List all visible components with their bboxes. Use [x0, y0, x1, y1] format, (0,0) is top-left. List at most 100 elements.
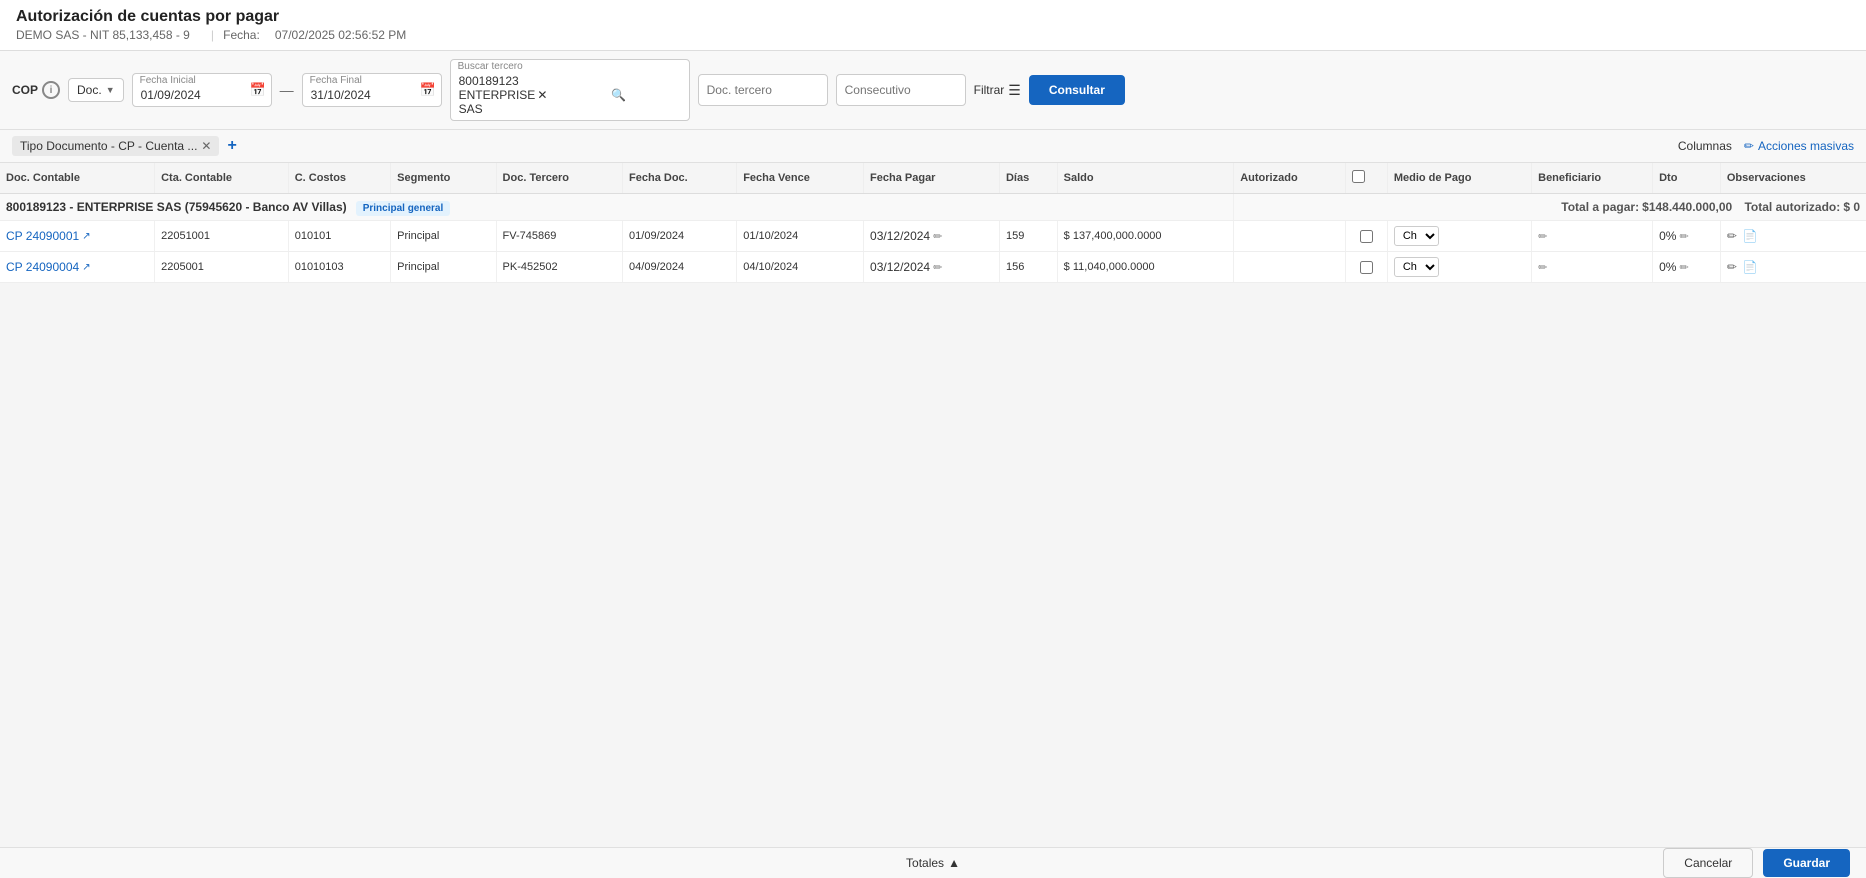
totales-label: Totales	[906, 856, 944, 870]
th-fecha-vence: Fecha Vence	[737, 163, 864, 194]
footer-bar: Totales ▲ Cancelar Guardar	[0, 847, 1866, 878]
remove-tag-icon[interactable]: ✕	[201, 139, 211, 153]
fecha-final-field: Fecha Final 📅	[302, 73, 442, 107]
file-icon-2[interactable]: 📄	[1743, 260, 1758, 274]
edit-beneficiario-icon-1[interactable]: ✏	[1538, 231, 1547, 243]
observaciones-cell-1: ✏ 📄	[1720, 221, 1866, 252]
th-doc-tercero: Doc. Tercero	[496, 163, 623, 194]
c-costos-cell-1: 010101	[288, 221, 390, 252]
doc-label: Doc.	[77, 83, 102, 97]
consecutivo-input[interactable]	[836, 74, 966, 106]
chevron-up-icon: ▲	[948, 856, 960, 870]
date-range-separator: —	[280, 82, 294, 98]
saldo-cell-1: $ 137,400,000.0000	[1057, 221, 1234, 252]
calendar-icon-2[interactable]: 📅	[419, 82, 435, 98]
edit-dto-icon-2[interactable]: ✏	[1679, 261, 1688, 274]
search-icon[interactable]: 🔍	[609, 88, 683, 102]
doc-link-1[interactable]: CP 24090001 ↗	[6, 229, 148, 243]
consultar-button[interactable]: Consultar	[1029, 75, 1125, 105]
filter-tags-bar: Tipo Documento - CP - Cuenta ... ✕ + Col…	[0, 130, 1866, 163]
row-checkbox-2[interactable]	[1360, 261, 1373, 274]
th-beneficiario: Beneficiario	[1532, 163, 1653, 194]
principal-badge: Principal general	[356, 201, 451, 216]
fecha-vence-cell-1: 01/10/2024	[737, 221, 864, 252]
filter-tag: Tipo Documento - CP - Cuenta ... ✕	[12, 136, 219, 156]
calendar-icon[interactable]: 📅	[249, 82, 265, 98]
group-row: 800189123 - ENTERPRISE SAS (75945620 - B…	[0, 194, 1866, 221]
th-autorizado: Autorizado	[1234, 163, 1346, 194]
saldo-cell-2: $ 11,040,000.0000	[1057, 252, 1234, 283]
add-filter-icon[interactable]: +	[227, 137, 236, 155]
cop-badge: COP i	[12, 81, 60, 99]
toolbar: COP i Doc. ▼ Fecha Inicial 📅 — Fecha Fin…	[0, 51, 1866, 130]
columns-button[interactable]: Columnas	[1678, 139, 1732, 153]
fecha-pagar-cell-2: 03/12/2024 ✏	[864, 252, 1000, 283]
edit-obs-icon-1[interactable]: ✏	[1727, 229, 1737, 243]
beneficiario-cell-2: ✏	[1532, 252, 1653, 283]
doc-dropdown[interactable]: Doc. ▼	[68, 78, 124, 102]
observaciones-cell-2: ✏ 📄	[1720, 252, 1866, 283]
page-title: Autorización de cuentas por pagar	[16, 8, 1850, 26]
th-dto: Dto	[1653, 163, 1721, 194]
segmento-cell-1: Principal	[391, 221, 496, 252]
filter-icon: ☰	[1008, 82, 1021, 99]
guardar-button[interactable]: Guardar	[1763, 849, 1850, 877]
totales-button[interactable]: Totales ▲	[906, 856, 960, 870]
file-icon-1[interactable]: 📄	[1743, 229, 1758, 243]
th-checkbox	[1346, 163, 1387, 194]
checkbox-cell-1	[1346, 221, 1387, 252]
doc-link-2[interactable]: CP 24090004 ↗	[6, 260, 148, 274]
footer-actions: Cancelar Guardar	[1663, 848, 1850, 878]
doc-contable-cell-2: CP 24090004 ↗	[0, 252, 155, 283]
fecha-pagar-cell-1: 03/12/2024 ✏	[864, 221, 1000, 252]
cta-contable-cell-2: 2205001	[155, 252, 289, 283]
th-doc-contable: Doc. Contable	[0, 163, 155, 194]
edit-fecha-pagar-icon-2[interactable]: ✏	[933, 262, 942, 274]
data-table: Doc. Contable Cta. Contable C. Costos Se…	[0, 163, 1866, 283]
select-all-checkbox[interactable]	[1352, 170, 1365, 183]
beneficiario-cell-1: ✏	[1532, 221, 1653, 252]
consultar-label: Consultar	[1049, 83, 1105, 97]
header-subtitle: DEMO SAS - NIT 85,133,458 - 9 | Fecha: 0…	[16, 28, 1850, 42]
main-content: Doc. Contable Cta. Contable C. Costos Se…	[0, 163, 1866, 847]
fecha-inicial-field: Fecha Inicial 📅	[132, 73, 272, 107]
group-totals: Total a pagar: $148.440.000,00 Total aut…	[1234, 194, 1866, 221]
row-checkbox-1[interactable]	[1360, 230, 1373, 243]
external-link-icon-2: ↗	[82, 262, 90, 273]
tag-label: Tipo Documento - CP - Cuenta ...	[20, 139, 197, 153]
edit-dto-icon-1[interactable]: ✏	[1679, 230, 1688, 243]
header-bar: Autorización de cuentas por pagar DEMO S…	[0, 0, 1866, 51]
edit-fecha-pagar-icon-1[interactable]: ✏	[933, 231, 942, 243]
buscar-tercero-label: Buscar tercero	[458, 61, 523, 72]
edit-beneficiario-icon-2[interactable]: ✏	[1538, 262, 1547, 274]
fecha-inicial-label: Fecha Inicial	[140, 75, 196, 86]
th-fecha-doc: Fecha Doc.	[623, 163, 737, 194]
cancel-button[interactable]: Cancelar	[1663, 848, 1753, 878]
th-saldo: Saldo	[1057, 163, 1234, 194]
fecha-doc-cell-2: 04/09/2024	[623, 252, 737, 283]
cta-contable-cell-1: 22051001	[155, 221, 289, 252]
chevron-down-icon: ▼	[106, 85, 115, 95]
filtrar-label: Filtrar	[974, 83, 1005, 97]
info-icon[interactable]: i	[42, 81, 60, 99]
dto-cell-2: 0% ✏	[1653, 252, 1721, 283]
edit-obs-icon-2[interactable]: ✏	[1727, 260, 1737, 274]
autorizado-cell-1	[1234, 221, 1346, 252]
fecha-vence-cell-2: 04/10/2024	[737, 252, 864, 283]
table-row: CP 24090001 ↗ 22051001 010101 Principal …	[0, 221, 1866, 252]
th-medio-pago: Medio de Pago	[1387, 163, 1531, 194]
group-label: 800189123 - ENTERPRISE SAS (75945620 - B…	[0, 194, 1234, 221]
table-header-row: Doc. Contable Cta. Contable C. Costos Se…	[0, 163, 1866, 194]
autorizado-cell-2	[1234, 252, 1346, 283]
doc-tercero-input[interactable]	[698, 74, 828, 106]
medio-pago-select-2[interactable]: Ch Ef Tr	[1394, 257, 1439, 277]
medio-pago-select-1[interactable]: Ch Ef Tr	[1394, 226, 1439, 246]
filtrar-button[interactable]: Filtrar ☰	[974, 82, 1021, 99]
acciones-masivas-button[interactable]: ✏ Acciones masivas	[1744, 139, 1854, 153]
th-segmento: Segmento	[391, 163, 496, 194]
clear-tercero-icon[interactable]: ✕	[535, 88, 609, 102]
medio-pago-cell-1: Ch Ef Tr	[1387, 221, 1531, 252]
external-link-icon: ↗	[82, 231, 90, 242]
dias-cell-2: 156	[999, 252, 1057, 283]
dto-cell-1: 0% ✏	[1653, 221, 1721, 252]
